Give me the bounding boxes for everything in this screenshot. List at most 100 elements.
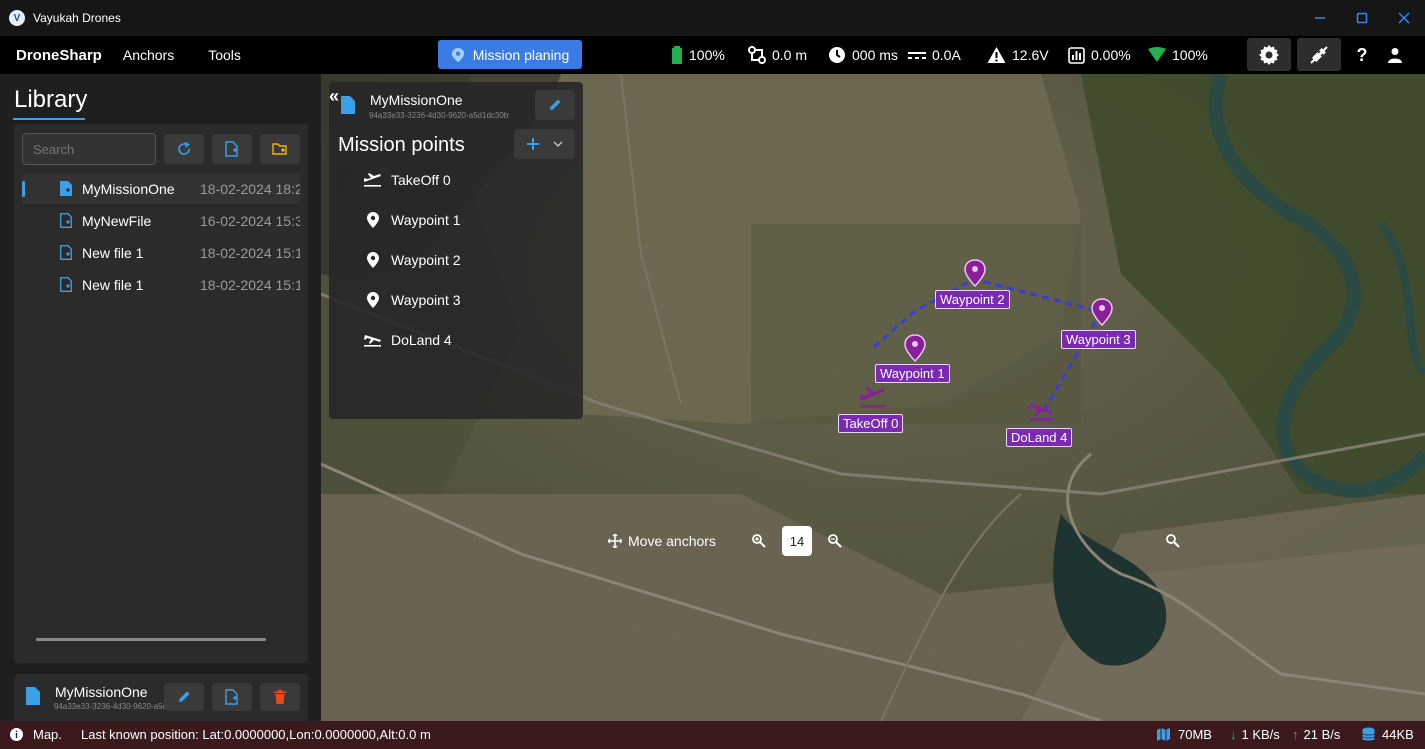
mission-point-label: TakeOff 0: [391, 172, 451, 188]
selection-indicator: [22, 181, 25, 197]
storage-status: 44KB: [1362, 727, 1414, 742]
mission-points-heading: Mission points: [338, 134, 465, 156]
delete-file-button[interactable]: [260, 683, 300, 711]
file-name: MyMissionOne: [82, 181, 175, 197]
chart-icon: [1068, 46, 1085, 64]
mission-point-label: Waypoint 1: [391, 212, 461, 228]
help-icon[interactable]: ?: [1351, 44, 1373, 66]
zoom-in-button[interactable]: [752, 526, 766, 556]
upload-status: ↑ 21 B/s: [1292, 727, 1340, 742]
menu-anchors[interactable]: Anchors: [123, 47, 174, 63]
file-row-mymissionone[interactable]: MyMissionOne 18-02-2024 18:22: [22, 174, 300, 204]
current-file-guid: 94a33e33-3236-4d30-9620-a5d1dc30b93f: [54, 702, 166, 711]
dc-current-icon: [908, 52, 926, 59]
new-file-icon: [225, 141, 238, 157]
storage-value: 44KB: [1382, 727, 1414, 742]
clock-icon: [829, 47, 845, 63]
file-outline-icon: [60, 277, 72, 292]
menu-tools[interactable]: Tools: [208, 47, 241, 63]
mission-point-label: Waypoint 2: [391, 252, 461, 268]
battery-value: 100%: [689, 47, 725, 63]
plug-disconnected-icon: [1310, 45, 1328, 64]
title-bar: V Vayukah Drones: [0, 0, 1425, 36]
file-icon: [341, 96, 355, 114]
warning-icon: [987, 47, 1006, 63]
file-row-mynewfile[interactable]: MyNewFile 16-02-2024 15:32: [22, 206, 300, 236]
takeoff-label: TakeOff 0: [838, 414, 904, 433]
file-row-new-file-1[interactable]: New file 1 18-02-2024 15:14: [22, 238, 300, 268]
landing-marker[interactable]: [1026, 397, 1056, 423]
chevron-down-icon[interactable]: [553, 140, 563, 148]
library-sidebar: Library MyMissionOne 18-02-2024 18:22 My…: [0, 74, 321, 721]
zoom-level[interactable]: 14: [782, 526, 812, 556]
info-status: Map.: [10, 727, 62, 742]
move-anchors-label: Move anchors: [628, 533, 716, 549]
waypoint-3-marker[interactable]: [1091, 298, 1113, 326]
last-known-position: Last known position: Lat:0.0000000,Lon:0…: [81, 727, 431, 742]
current-value: 0.0A: [932, 47, 961, 63]
battery-icon: [672, 46, 682, 64]
brand-name[interactable]: DroneSharp: [16, 47, 102, 64]
refresh-icon: [178, 142, 190, 155]
library-panel: MyMissionOne 18-02-2024 18:22 MyNewFile …: [14, 124, 308, 663]
signal-icon: [1148, 47, 1166, 62]
mission-point-waypoint-1[interactable]: Waypoint 1: [363, 210, 461, 230]
map-search-button[interactable]: [1166, 526, 1180, 556]
waypoint-2-marker[interactable]: [964, 259, 986, 287]
file-name: MyNewFile: [82, 213, 152, 229]
settings-button[interactable]: [1247, 38, 1291, 71]
file-row-new-file-1b[interactable]: New file 1 18-02-2024 15:17: [22, 270, 300, 300]
refresh-button[interactable]: [164, 134, 204, 164]
mission-point-waypoint-2[interactable]: Waypoint 2: [363, 250, 461, 270]
mission-point-takeoff[interactable]: TakeOff 0: [363, 170, 451, 190]
mission-point-waypoint-3[interactable]: Waypoint 3: [363, 290, 461, 310]
rename-file-button[interactable]: [164, 683, 204, 711]
download-value: 1 KB/s: [1241, 727, 1280, 742]
distance-value: 0.0 m: [772, 47, 808, 63]
new-file-button[interactable]: [212, 134, 252, 164]
route-icon: [748, 46, 766, 64]
waypoint-3-label: Waypoint 3: [1061, 330, 1136, 349]
current-stat: 0.0A: [908, 46, 961, 64]
library-title: Library: [14, 86, 88, 113]
file-name: New file 1: [82, 277, 144, 293]
plus-icon: [527, 138, 539, 150]
map-pin-icon: [451, 47, 464, 62]
connect-button[interactable]: [1297, 38, 1341, 71]
new-folder-icon: [272, 143, 287, 155]
file-outline-icon: [60, 245, 72, 260]
latency-value: 000 ms: [852, 47, 898, 63]
close-button[interactable]: [1383, 0, 1425, 36]
edit-mission-button[interactable]: [535, 90, 575, 120]
file-date: 18-02-2024 15:14: [200, 245, 300, 261]
waypoint-1-marker[interactable]: [904, 334, 926, 362]
file-icon: [26, 687, 40, 705]
user-icon[interactable]: [1384, 44, 1406, 66]
horizontal-scrollbar[interactable]: [36, 638, 266, 641]
library-title-underline: [13, 118, 85, 120]
signal-value: 100%: [1172, 47, 1208, 63]
mission-planning-label: Mission planing: [472, 46, 570, 63]
mission-point-label: Waypoint 3: [391, 292, 461, 308]
current-file-name: MyMissionOne: [55, 684, 148, 700]
download-status: ↓ 1 KB/s: [1230, 727, 1280, 742]
mission-planning-button[interactable]: Mission planing: [438, 40, 582, 69]
gear-icon: [1259, 44, 1279, 65]
takeoff-marker[interactable]: [858, 384, 888, 410]
mission-point-land[interactable]: DoLand 4: [363, 330, 452, 350]
mission-point-label: DoLand 4: [391, 332, 452, 348]
search-input[interactable]: [22, 133, 156, 165]
maximize-button[interactable]: [1341, 0, 1383, 36]
minimize-button[interactable]: [1299, 0, 1341, 36]
add-point-button[interactable]: [514, 129, 575, 159]
new-folder-button[interactable]: [260, 134, 300, 164]
window-title: Vayukah Drones: [33, 11, 121, 25]
waypoint-2-label: Waypoint 2: [935, 290, 1010, 309]
collapse-panel-icon[interactable]: «: [329, 86, 339, 107]
upload-value: 21 B/s: [1303, 727, 1341, 742]
voltage-value: 12.6V: [1012, 47, 1049, 63]
save-as-button[interactable]: [212, 683, 252, 711]
zoom-out-button[interactable]: [828, 526, 842, 556]
move-anchors-button[interactable]: Move anchors: [608, 526, 716, 556]
waypoint-1-label: Waypoint 1: [875, 364, 950, 383]
